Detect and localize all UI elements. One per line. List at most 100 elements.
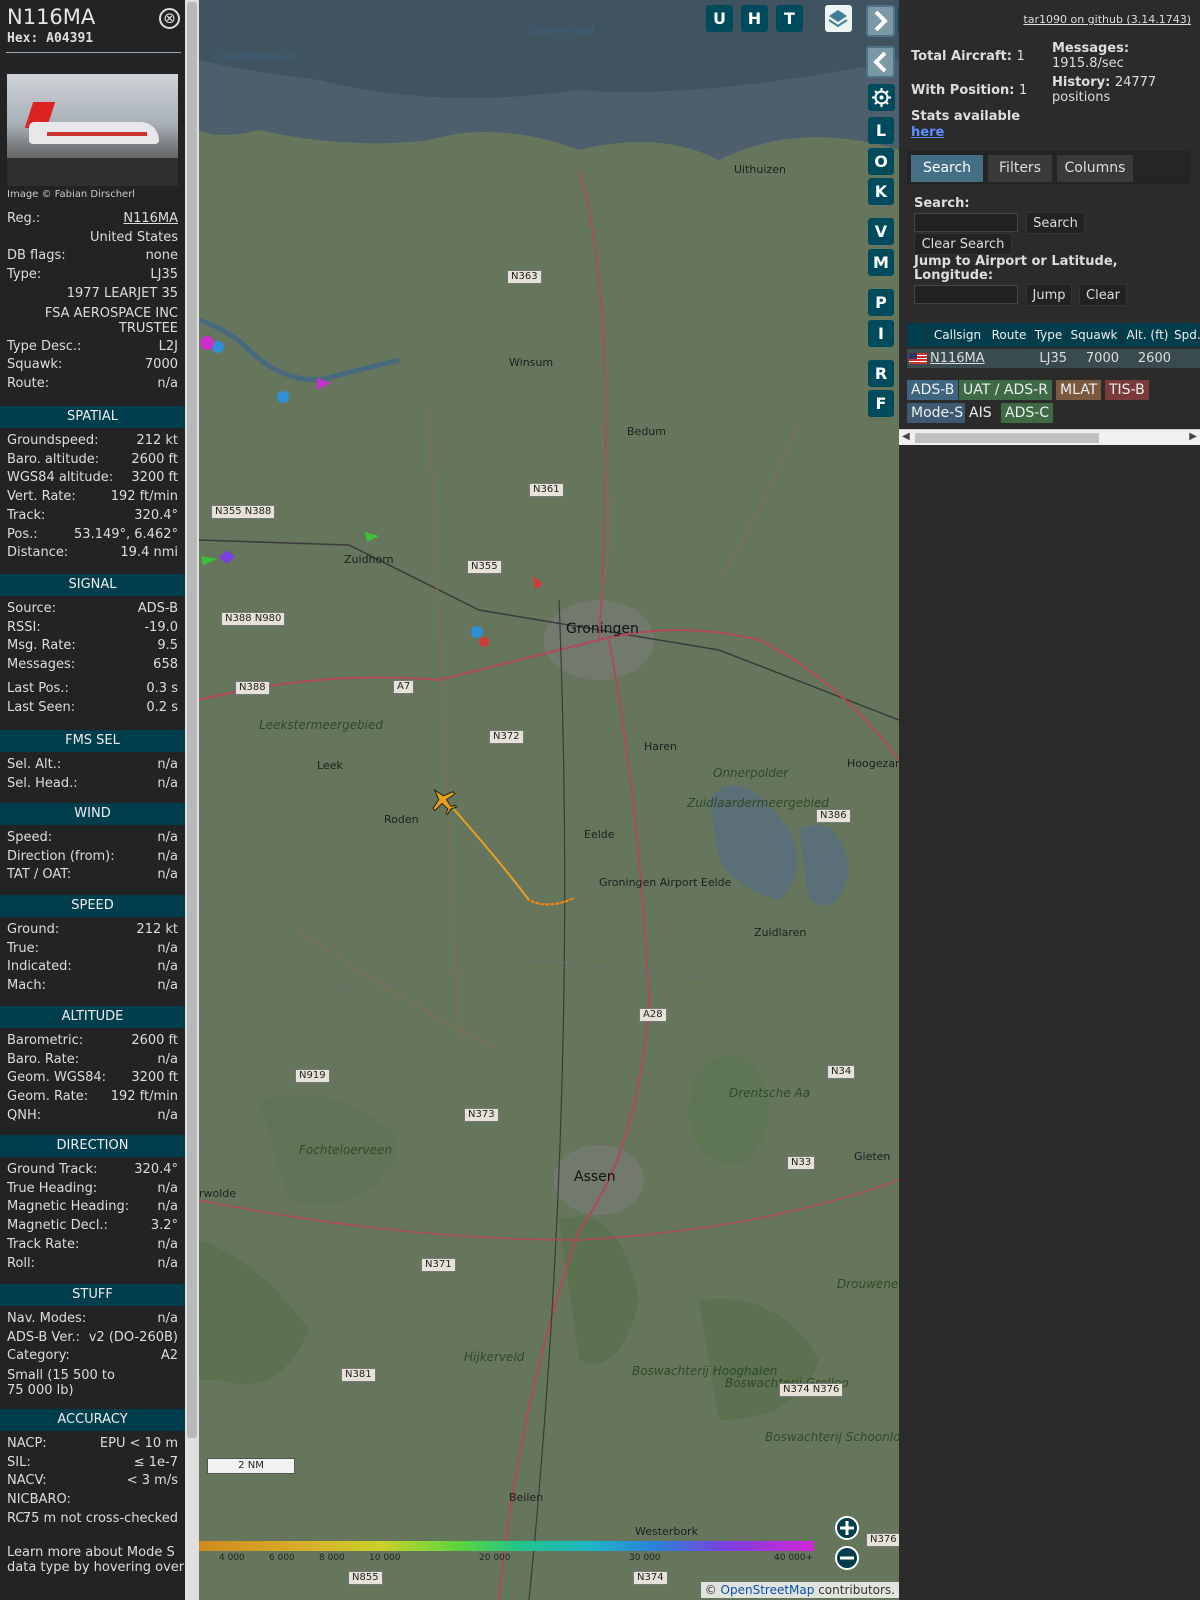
search-label: Search: (914, 196, 970, 211)
map-toggle-button-v[interactable]: V (868, 218, 894, 245)
info-scrollbar[interactable] (185, 0, 199, 1600)
tab-filters[interactable]: Filters (988, 155, 1052, 182)
col-route[interactable]: Route (988, 323, 1031, 347)
spatial-label: WGS84 altitude: (7, 470, 114, 486)
zoom-out-button[interactable] (835, 1546, 859, 1570)
section-header-direction[interactable]: DIRECTION (0, 1135, 185, 1157)
section-header-signal[interactable]: SIGNAL (0, 574, 185, 596)
toolbar-button-u[interactable]: U (706, 5, 733, 32)
altitude-value: n/a (157, 1107, 178, 1123)
attribution-prefix: © (704, 1583, 717, 1597)
toolbar-button-h[interactable]: H (741, 5, 768, 32)
col-squawk[interactable]: Squawk (1067, 323, 1122, 347)
col-type[interactable]: Type (1031, 323, 1067, 347)
search-button[interactable]: Search (1026, 212, 1085, 234)
detail-value[interactable]: N116MA (123, 211, 178, 226)
table-hscrollbar[interactable]: ◀ ▶ (899, 429, 1200, 445)
search-input[interactable] (914, 213, 1018, 232)
hscroll-thumb[interactable] (915, 433, 1099, 443)
section-header-wind[interactable]: WIND (0, 803, 185, 825)
github-link[interactable]: tar1090 on github (3.14.1743) (1023, 13, 1191, 26)
collapse-sidebar-button[interactable] (866, 46, 895, 78)
section-header-altitude[interactable]: ALTITUDE (0, 1006, 185, 1028)
minus-icon (840, 1556, 854, 1560)
accuracy-value: ≤ 1e-7 (133, 1454, 178, 1470)
owner-name: FSA AEROSPACE INC TRUSTEE (44, 305, 178, 336)
layers-button[interactable] (825, 5, 852, 32)
map-toggle-button-p[interactable]: P (868, 289, 894, 316)
zoom-in-button[interactable] (835, 1516, 859, 1540)
scroll-left-icon[interactable]: ◀ (902, 431, 910, 442)
col-flag[interactable] (907, 323, 928, 347)
spatial-label: Pos.: (7, 526, 38, 542)
map-toggle-button-m[interactable]: M (868, 249, 894, 276)
tab-search[interactable]: Search (911, 155, 983, 182)
settings-button[interactable] (868, 84, 895, 111)
section-header-accuracy[interactable]: ACCURACY (0, 1409, 185, 1431)
stats-here-link[interactable]: here (911, 125, 944, 140)
source-chip-tis-b[interactable]: TIS-B (1105, 380, 1149, 400)
map-toggle-button-l[interactable]: L (868, 117, 894, 144)
close-icon[interactable]: ⊗ (159, 8, 180, 29)
map-place-label: Lauwerswal (529, 24, 594, 37)
app-root: N116MA Hex: A04391 ⊗ Image © Fabian Dirs… (0, 0, 1200, 1600)
tab-columns[interactable]: Columns (1057, 155, 1133, 182)
us-flag-icon (909, 353, 927, 364)
jump-input[interactable] (914, 285, 1018, 304)
accuracy-label: SIL: (7, 1454, 31, 1470)
detail-value: United States (89, 229, 178, 245)
signal-value: -19.0 (144, 619, 178, 635)
section-header-fms[interactable]: FMS SEL (0, 730, 185, 752)
map-place-label: Drouwenerveld (837, 1277, 899, 1291)
road-shield: N33 (787, 1156, 816, 1170)
clear-button[interactable]: Clear (1079, 284, 1127, 306)
aircraft-photo[interactable] (7, 74, 178, 186)
expand-sidebar-button[interactable] (866, 5, 895, 37)
section-header-speed[interactable]: SPEED (0, 895, 185, 917)
col-altitude[interactable]: Alt. (ft) (1122, 323, 1174, 347)
map-view[interactable]: Groningerwad Lauwerswal Uithuizen Winsum Bed… (199, 0, 899, 1600)
row-callsign[interactable]: N116MA (930, 349, 985, 368)
stuff-label: Category: (7, 1348, 70, 1364)
source-chip-ais[interactable]: AIS (965, 403, 996, 423)
total-aircraft-stat: Total Aircraft: 1 (911, 49, 1025, 64)
source-chip-mlat[interactable]: MLAT (1056, 380, 1102, 400)
signal-value: 0.3 s (146, 680, 178, 696)
messages-label: Messages: (1052, 41, 1130, 56)
jump-button[interactable]: Jump (1026, 284, 1072, 306)
direction-label: Roll: (7, 1255, 36, 1271)
map-place-label: Beilen (509, 1491, 544, 1504)
map-place-label: rwolde (199, 1187, 237, 1200)
altitude-tick-label: 40 000+ (774, 1553, 814, 1563)
scroll-right-icon[interactable]: ▶ (1189, 431, 1197, 442)
source-chip-uat-ads-r[interactable]: UAT / ADS-R (959, 380, 1052, 400)
source-chip-mode-s[interactable]: Mode-S (907, 403, 968, 423)
map-toggle-button-i[interactable]: I (868, 320, 894, 347)
altitude-tick-label: 8 000 (319, 1553, 345, 1563)
road-shield: N361 (529, 483, 564, 497)
osm-link[interactable]: OpenStreetMap (721, 1583, 815, 1597)
col-callsign[interactable]: Callsign (928, 323, 988, 347)
signal-label: Source: (7, 601, 57, 616)
altitude-label: Geom. Rate: (7, 1089, 89, 1105)
section-header-stuff[interactable]: STUFF (0, 1284, 185, 1306)
map-toggle-button-r[interactable]: R (868, 360, 894, 387)
road-shield: A28 (639, 1008, 667, 1022)
section-header-spatial[interactable]: SPATIAL (0, 406, 185, 428)
map-toggle-button-o[interactable]: O (868, 148, 894, 175)
spatial-label: Distance: (7, 545, 69, 561)
source-chip-ads-b[interactable]: ADS-B (907, 380, 959, 400)
scrollbar-thumb[interactable] (187, 2, 197, 1438)
map-toggle-button-f[interactable]: F (868, 390, 894, 417)
col-speed[interactable]: Spd. (1174, 323, 1200, 347)
road-shield: N374 N376 (779, 1383, 844, 1397)
wind-label: TAT / OAT: (7, 867, 72, 883)
clear-search-button[interactable]: Clear Search (914, 233, 1012, 255)
map-toggle-button-k[interactable]: K (868, 178, 894, 205)
total-aircraft-label: Total Aircraft: (911, 49, 1012, 64)
road-shield: N363 (507, 270, 542, 284)
source-chip-ads-c[interactable]: ADS-C (1001, 403, 1054, 423)
toolbar-button-t[interactable]: T (776, 5, 803, 32)
map-place-label: Leekstermeergebied (259, 718, 384, 732)
speed-value: n/a (157, 940, 178, 956)
